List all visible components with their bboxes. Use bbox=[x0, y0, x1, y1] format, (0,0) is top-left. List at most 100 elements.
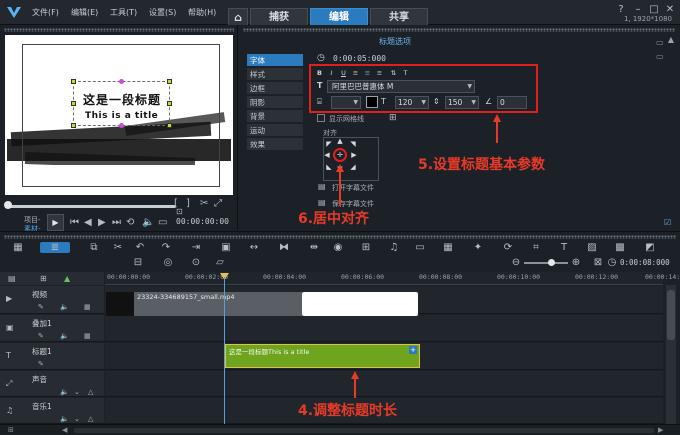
volume-icon[interactable]: 🔈 bbox=[60, 332, 69, 340]
text-icon[interactable]: T bbox=[558, 242, 570, 253]
home-icon[interactable]: ⏮ bbox=[70, 217, 79, 228]
record-icon[interactable]: ◉ bbox=[332, 242, 344, 253]
music-icon[interactable]: ♫ bbox=[388, 242, 400, 253]
maximize-icon[interactable]: □ bbox=[648, 5, 660, 15]
tab-style[interactable]: 样式 bbox=[247, 68, 303, 81]
fit-icon[interactable]: ⊠ bbox=[592, 257, 604, 268]
mixer-icon[interactable]: ⊞ bbox=[360, 242, 372, 253]
export-icon[interactable]: ◩ bbox=[644, 242, 656, 253]
storyboard-view-icon[interactable]: ▦ bbox=[12, 242, 24, 253]
motion-icon[interactable]: ✦ bbox=[472, 242, 484, 253]
track-manager-icon[interactable]: ▤ bbox=[8, 274, 16, 283]
ripple-icon[interactable]: ↔ bbox=[248, 242, 260, 253]
scrubber-knob[interactable] bbox=[4, 201, 12, 209]
menu-settings[interactable]: 设置(S) bbox=[149, 7, 176, 18]
panel-icon[interactable]: ▭ bbox=[656, 52, 664, 61]
resize-handle[interactable] bbox=[167, 79, 172, 84]
zoom-knob[interactable] bbox=[548, 259, 555, 266]
transition-icon[interactable]: ⧓ bbox=[278, 242, 290, 253]
tab-effect[interactable]: 效果 bbox=[247, 138, 303, 151]
timeline-ruler[interactable]: 00:00:00:00 00:00:02:00 00:00:04:00 00:0… bbox=[105, 272, 680, 285]
volume-icon[interactable]: 🔈 bbox=[60, 388, 69, 396]
stopwatch-icon[interactable]: ⊙ bbox=[190, 257, 202, 268]
align-top-right-icon[interactable]: ◥ bbox=[349, 140, 357, 148]
tab-background[interactable]: 背景 bbox=[247, 110, 303, 123]
save-file-icon[interactable]: ▤ bbox=[318, 198, 326, 207]
video-thumbnail[interactable] bbox=[106, 292, 134, 316]
loop-icon[interactable]: ⟳ bbox=[502, 242, 514, 253]
stabilize-icon[interactable]: ⌗ bbox=[530, 242, 542, 253]
grid-icon[interactable]: ▦ bbox=[84, 332, 91, 340]
grid-settings-icon[interactable]: ⊞ bbox=[389, 113, 397, 123]
zoom-in-icon[interactable]: ⊕ bbox=[570, 257, 582, 268]
chevron-down-icon[interactable]: ⌄ bbox=[74, 388, 80, 396]
volume-icon[interactable]: 🔈 bbox=[60, 303, 69, 311]
open-file-icon[interactable]: ▤ bbox=[318, 182, 326, 191]
playhead-line[interactable] bbox=[224, 277, 225, 429]
edit-icon[interactable]: ✎ bbox=[38, 360, 44, 368]
repeat-icon[interactable]: ⟲ bbox=[126, 217, 134, 228]
video-clip[interactable]: 23324-334689157_small.mp4 bbox=[134, 292, 302, 316]
minimize-icon[interactable]: – bbox=[632, 5, 644, 15]
volume-icon[interactable]: 🔈 bbox=[142, 217, 154, 228]
rotate-handle[interactable] bbox=[119, 79, 124, 84]
clip-settings-icon[interactable]: + bbox=[409, 346, 417, 354]
title-clip[interactable]: 这是一段标题This is a title + bbox=[225, 344, 420, 368]
mask-icon[interactable]: ▨ bbox=[586, 242, 598, 253]
align-middle-right-icon[interactable]: ▶ bbox=[350, 151, 358, 159]
undo-icon[interactable]: ↶ bbox=[134, 242, 146, 253]
add-marker-icon[interactable]: ▲ bbox=[64, 274, 70, 283]
chapter-icon[interactable]: ⊞ bbox=[40, 274, 47, 283]
menu-help[interactable]: 帮助(H) bbox=[188, 7, 216, 18]
resize-handle[interactable] bbox=[71, 123, 76, 128]
home-tab-icon[interactable]: ⌂ bbox=[228, 8, 248, 25]
tab-capture[interactable]: 捕获 bbox=[250, 8, 308, 25]
horizontal-scrollbar[interactable] bbox=[74, 428, 654, 433]
preview-timecode[interactable]: 00:00:00:00 bbox=[176, 217, 229, 226]
tag-icon[interactable]: ▱ bbox=[214, 257, 226, 268]
tab-edit[interactable]: 编辑 bbox=[310, 8, 368, 25]
mark-out-icon[interactable]: ] bbox=[186, 198, 190, 209]
align-top-left-icon[interactable]: ◤ bbox=[325, 140, 333, 148]
preview-title-cn[interactable]: 这是一段标题 bbox=[83, 91, 183, 108]
close-icon[interactable]: ✕ bbox=[664, 5, 676, 15]
edit-icon[interactable]: ✎ bbox=[38, 303, 44, 311]
collapse-icon[interactable]: ▲ bbox=[668, 35, 674, 44]
prev-frame-icon[interactable]: ◀ bbox=[84, 217, 92, 228]
menu-edit[interactable]: 编辑(E) bbox=[71, 7, 98, 18]
chevron-down-icon[interactable]: ⌄ bbox=[74, 415, 80, 423]
trim-icon[interactable]: ⇥ bbox=[190, 242, 202, 253]
snapshot-icon[interactable]: ▣ bbox=[220, 242, 232, 253]
tab-shadow[interactable]: 阴影 bbox=[247, 96, 303, 109]
grid-icon[interactable]: ▦ bbox=[84, 303, 91, 311]
align-middle-left-icon[interactable]: ◀ bbox=[323, 151, 331, 159]
enlarge-icon[interactable]: ⤢ bbox=[214, 198, 222, 209]
apply-icon[interactable]: ☑ bbox=[664, 218, 671, 227]
menu-tools[interactable]: 工具(T) bbox=[110, 7, 137, 18]
move-icon[interactable]: ⇹ bbox=[308, 242, 320, 253]
scissors-icon[interactable]: ✂ bbox=[112, 242, 124, 253]
volume-icon[interactable]: 🔈 bbox=[60, 415, 69, 423]
hd-preview-icon[interactable]: ▭ bbox=[158, 217, 167, 228]
preview-title-en[interactable]: This is a title bbox=[85, 111, 185, 121]
bell-icon[interactable]: △ bbox=[88, 388, 93, 396]
tab-border[interactable]: 边框 bbox=[247, 82, 303, 95]
resize-handle[interactable] bbox=[71, 79, 76, 84]
track-manager-icon[interactable]: ⧉ bbox=[88, 242, 100, 253]
tab-share[interactable]: 共享 bbox=[370, 8, 428, 25]
scroll-left-icon[interactable]: ◀ bbox=[62, 426, 67, 434]
timeline-view-icon[interactable]: ≣ bbox=[40, 242, 70, 253]
help-icon[interactable]: ? bbox=[615, 5, 627, 15]
zoom-out-icon[interactable]: ⊖ bbox=[510, 257, 522, 268]
voice-lane[interactable] bbox=[105, 371, 663, 397]
edit-icon[interactable]: ✎ bbox=[38, 332, 44, 340]
end-icon[interactable]: ⏭ bbox=[112, 217, 121, 228]
align-top-center-icon[interactable]: ▲ bbox=[336, 137, 344, 145]
scrollbar-thumb[interactable] bbox=[667, 290, 675, 340]
align-bottom-left-icon[interactable]: ◣ bbox=[325, 163, 333, 171]
show-grid-checkbox[interactable] bbox=[317, 114, 325, 122]
gauge-icon[interactable]: ◎ bbox=[162, 257, 174, 268]
grid-icon[interactable]: ▦ bbox=[442, 242, 454, 253]
play-button[interactable]: ▶ bbox=[47, 214, 64, 231]
scroll-right-icon[interactable]: ▶ bbox=[658, 426, 663, 434]
